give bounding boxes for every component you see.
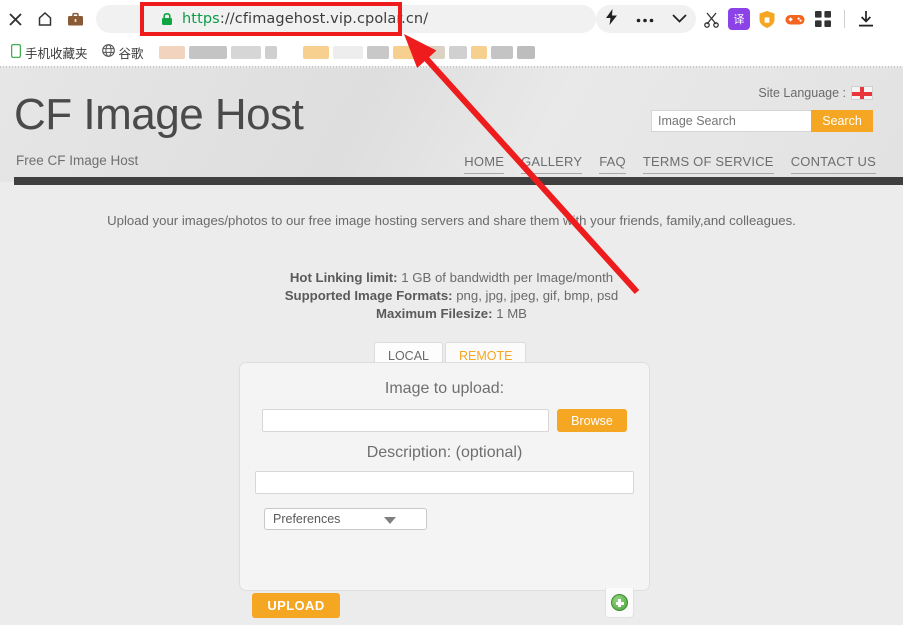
- browser-chrome: https://cfimagehost.vip.cpolar.cn/ 译: [0, 0, 903, 66]
- globe-icon: [102, 44, 115, 60]
- lightning-icon[interactable]: [605, 9, 618, 30]
- site-language-label: Site Language :: [758, 86, 846, 100]
- site-header: CF Image Host Free CF Image Host Site La…: [0, 68, 903, 182]
- page-content: CF Image Host Free CF Image Host Site La…: [0, 66, 903, 625]
- chevron-down-icon: [384, 517, 396, 524]
- nav-item-faq[interactable]: FAQ: [599, 154, 626, 174]
- england-flag-icon[interactable]: [851, 86, 873, 100]
- redacted-bookmark-11[interactable]: [491, 46, 513, 59]
- redacted-bookmark-8[interactable]: [421, 46, 445, 59]
- hotlink-limit-value: 1 GB of bandwidth per Image/month: [398, 270, 614, 285]
- scissors-icon[interactable]: [700, 8, 722, 30]
- briefcase-icon[interactable]: [60, 4, 90, 34]
- site-language[interactable]: Site Language :: [758, 86, 873, 100]
- browse-button[interactable]: Browse: [557, 409, 627, 432]
- browser-toolbar: https://cfimagehost.vip.cpolar.cn/ 译: [0, 0, 903, 38]
- ellipsis-icon[interactable]: [636, 10, 654, 28]
- add-more-button[interactable]: [605, 588, 634, 618]
- green-plus-icon: [611, 594, 628, 611]
- redacted-bookmark-12[interactable]: [517, 46, 535, 59]
- nav-item-contact-us[interactable]: CONTACT US: [791, 154, 876, 174]
- main-nav: HOME GALLERY FAQ TERMS OF SERVICE CONTAC…: [464, 154, 876, 174]
- apps-grid-icon[interactable]: [812, 8, 834, 30]
- shield-icon[interactable]: [756, 8, 778, 30]
- formats-label: Supported Image Formats:: [285, 288, 453, 303]
- filesize-label: Maximum Filesize:: [376, 306, 493, 321]
- search-button[interactable]: Search: [811, 110, 873, 132]
- translate-icon[interactable]: 译: [728, 8, 750, 30]
- redacted-bookmark-6[interactable]: [367, 46, 389, 59]
- bookmark-mobile-favorites[interactable]: 手机收藏夹: [6, 41, 93, 64]
- description-input[interactable]: [255, 471, 634, 494]
- url-rest: ://cfimagehost.vip.cpolar.cn/: [220, 11, 428, 27]
- phone-icon: [11, 44, 21, 61]
- search-input[interactable]: [651, 110, 811, 132]
- nav-item-home[interactable]: HOME: [464, 154, 504, 174]
- address-bar[interactable]: https://cfimagehost.vip.cpolar.cn/: [96, 5, 596, 33]
- redacted-bookmark-1[interactable]: [189, 46, 227, 59]
- extension-toolbar: 译: [700, 5, 903, 33]
- home-icon[interactable]: [30, 4, 60, 34]
- description-label: Description: (optional): [240, 444, 649, 462]
- site-tagline: Free CF Image Host: [16, 153, 138, 168]
- toolbar-divider: [844, 10, 845, 28]
- upload-panel: Image to upload: Browse Description: (op…: [239, 362, 650, 591]
- upload-button[interactable]: UPLOAD: [252, 593, 340, 618]
- download-icon[interactable]: [855, 8, 877, 30]
- nav-item-gallery[interactable]: GALLERY: [521, 154, 582, 174]
- nav-item-terms-of-service[interactable]: TERMS OF SERVICE: [643, 154, 774, 174]
- redacted-bookmark-3[interactable]: [265, 46, 277, 59]
- preferences-label: Preferences: [273, 512, 340, 526]
- image-search: Search: [651, 110, 873, 132]
- url-scheme: https: [182, 11, 220, 27]
- padlock-icon: [160, 12, 174, 26]
- close-icon[interactable]: [0, 4, 30, 34]
- image-to-upload-label: Image to upload:: [240, 380, 649, 398]
- gamepad-icon[interactable]: [784, 8, 806, 30]
- redacted-bookmarks[interactable]: [159, 46, 535, 59]
- upload-limits: Hot Linking limit: 1 GB of bandwidth per…: [0, 269, 903, 323]
- redacted-bookmark-0[interactable]: [159, 46, 185, 59]
- translate-glyph: 译: [734, 11, 745, 27]
- file-path-input[interactable]: [262, 409, 549, 432]
- hotlink-limit-label: Hot Linking limit:: [290, 270, 398, 285]
- hotlink-limit-line: Hot Linking limit: 1 GB of bandwidth per…: [0, 269, 903, 287]
- header-divider-bar: [14, 177, 903, 185]
- page-title: CF Image Host: [14, 90, 303, 140]
- redacted-bookmark-10[interactable]: [471, 46, 487, 59]
- omnibox-actions: [596, 5, 696, 33]
- url-text: https://cfimagehost.vip.cpolar.cn/: [182, 11, 428, 27]
- redacted-bookmark-5[interactable]: [333, 46, 363, 59]
- filesize-line: Maximum Filesize: 1 MB: [0, 305, 903, 323]
- file-row: Browse: [240, 409, 649, 432]
- filesize-value: 1 MB: [493, 306, 527, 321]
- bookmark-google[interactable]: 谷歌: [97, 41, 149, 64]
- intro-text: Upload your images/photos to our free im…: [0, 213, 903, 228]
- redacted-bookmark-2[interactable]: [231, 46, 261, 59]
- chevron-down-icon[interactable]: [672, 10, 687, 28]
- formats-value: png, jpg, jpeg, gif, bmp, psd: [453, 288, 619, 303]
- preferences-select[interactable]: Preferences: [264, 508, 427, 530]
- bookmark-label: 谷歌: [119, 43, 144, 62]
- bookmark-label: 手机收藏夹: [25, 43, 88, 62]
- redacted-bookmark-4[interactable]: [303, 46, 329, 59]
- bookmarks-bar: 手机收藏夹 谷歌: [0, 38, 903, 66]
- formats-line: Supported Image Formats: png, jpg, jpeg,…: [0, 287, 903, 305]
- redacted-bookmark-7[interactable]: [393, 46, 417, 59]
- redacted-bookmark-9[interactable]: [449, 46, 467, 59]
